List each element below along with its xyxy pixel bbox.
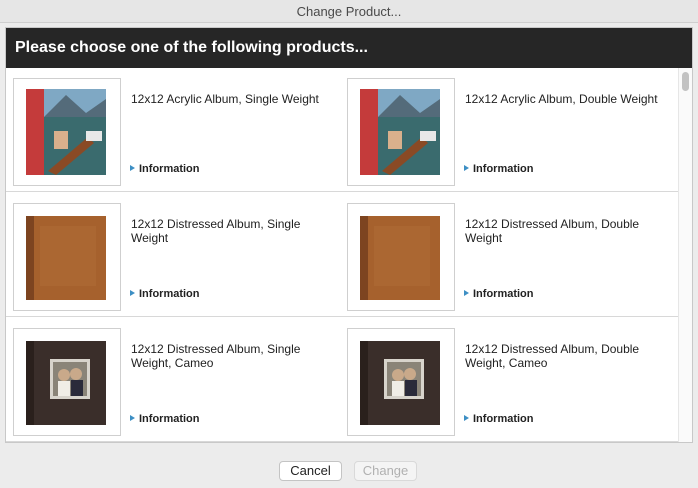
distressed-album-image [347, 203, 455, 311]
product-name: 12x12 Acrylic Album, Single Weight [131, 92, 319, 106]
product-item-distressed-single-cameo[interactable]: 12x12 Distressed Album, Single Weight, C… [6, 318, 342, 442]
product-row: 12x12 Distressed Album, Single Weight In… [6, 193, 678, 317]
expand-arrow-icon [130, 415, 135, 421]
product-item-distressed-double[interactable]: 12x12 Distressed Album, Double Weight In… [340, 193, 676, 317]
cameo-album-image [13, 328, 121, 436]
distressed-album-image [13, 203, 121, 311]
information-link[interactable]: Information [464, 288, 534, 300]
product-name: 12x12 Distressed Album, Double Weight [465, 217, 640, 245]
change-button[interactable]: Change [354, 461, 417, 481]
cameo-album-image [347, 328, 455, 436]
information-link[interactable]: Information [130, 163, 200, 175]
product-row: 12x12 Acrylic Album, Single Weight Infor… [6, 68, 678, 192]
information-link[interactable]: Information [464, 413, 534, 425]
scrollbar-thumb[interactable] [682, 72, 689, 91]
product-name: 12x12 Distressed Album, Single Weight, C… [131, 342, 301, 370]
product-name: 12x12 Distressed Album, Double Weight, C… [465, 342, 640, 370]
product-item-distressed-single[interactable]: 12x12 Distressed Album, Single Weight In… [6, 193, 342, 317]
acrylic-album-image [347, 78, 455, 186]
product-item-distressed-double-cameo[interactable]: 12x12 Distressed Album, Double Weight, C… [340, 318, 676, 442]
information-link[interactable]: Information [130, 288, 200, 300]
vertical-scrollbar[interactable] [678, 68, 692, 442]
acrylic-album-image [13, 78, 121, 186]
product-item-acrylic-double[interactable]: 12x12 Acrylic Album, Double Weight Infor… [340, 68, 676, 192]
cancel-button[interactable]: Cancel [279, 461, 342, 481]
product-item-acrylic-single[interactable]: 12x12 Acrylic Album, Single Weight Infor… [6, 68, 342, 192]
expand-arrow-icon [464, 415, 469, 421]
expand-arrow-icon [464, 165, 469, 171]
product-list: 12x12 Acrylic Album, Single Weight Infor… [6, 68, 678, 442]
dialog-header: Please choose one of the following produ… [6, 28, 692, 68]
window-title: Change Product... [0, 0, 698, 23]
product-row: 12x12 Distressed Album, Single Weight, C… [6, 318, 678, 442]
expand-arrow-icon [464, 290, 469, 296]
information-link[interactable]: Information [130, 413, 200, 425]
product-name: 12x12 Acrylic Album, Double Weight [465, 92, 658, 106]
product-name: 12x12 Distressed Album, Single Weight [131, 217, 301, 245]
product-dialog: Please choose one of the following produ… [5, 27, 693, 443]
expand-arrow-icon [130, 290, 135, 296]
expand-arrow-icon [130, 165, 135, 171]
information-link[interactable]: Information [464, 163, 534, 175]
